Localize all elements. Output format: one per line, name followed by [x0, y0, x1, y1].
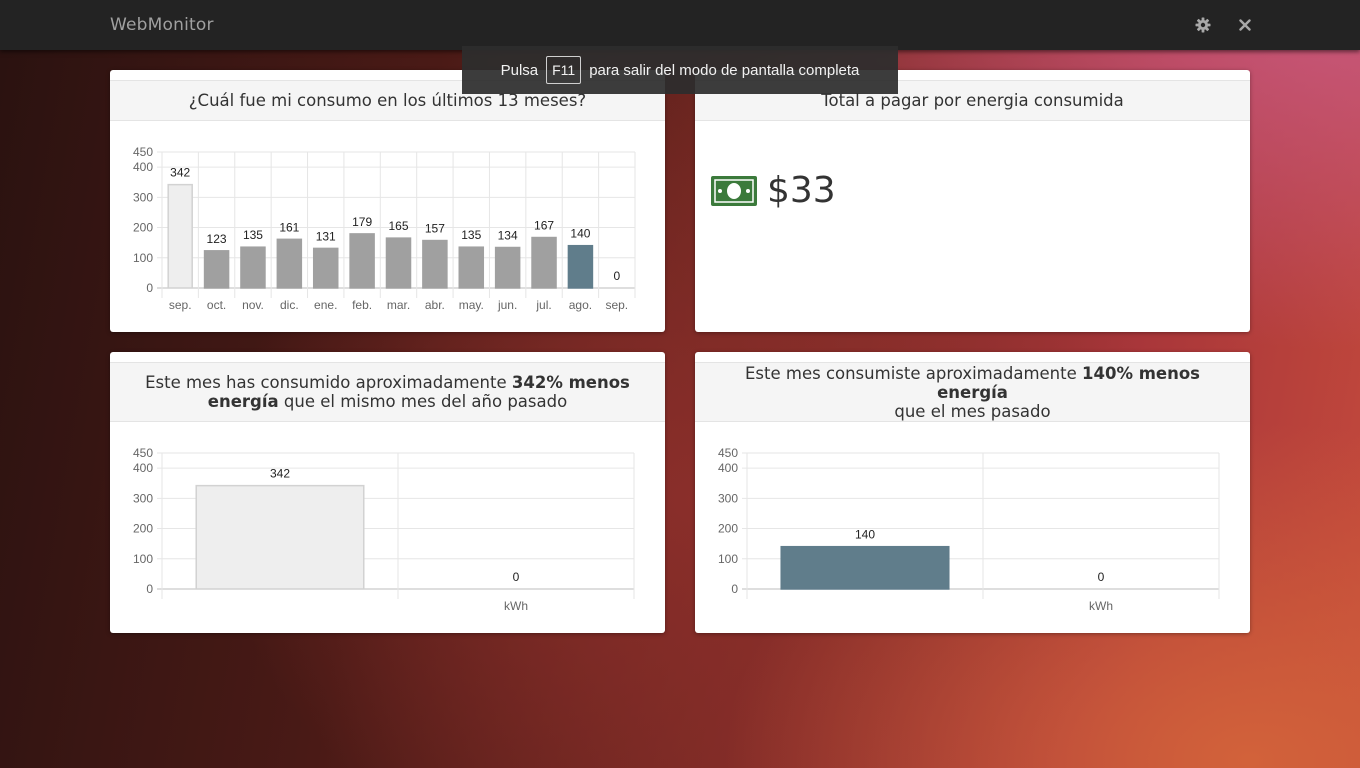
bar-value-label: 140 — [570, 227, 590, 241]
x-axis-label: kWh — [1089, 599, 1113, 613]
bar-value-label: 0 — [1098, 570, 1105, 584]
x-tick-label: ago. — [569, 298, 592, 312]
x-tick-label: may. — [459, 298, 484, 312]
chart-bar — [167, 183, 193, 289]
chart-bar — [385, 237, 412, 289]
y-tick-label: 100 — [133, 251, 153, 265]
toast-suffix: para salir del modo de pantalla completa — [589, 61, 860, 79]
y-tick-label: 200 — [133, 221, 153, 235]
fullscreen-notification: Pulsa F11 para salir del modo de pantall… — [462, 46, 898, 94]
y-tick-label: 200 — [718, 522, 738, 536]
x-tick-label: ene. — [314, 298, 337, 312]
chart-bar — [312, 247, 339, 289]
chart-bar — [494, 246, 521, 289]
y-tick-label: 400 — [718, 461, 738, 475]
payment-amount-row: $33 — [711, 170, 836, 211]
y-tick-label: 400 — [133, 461, 153, 475]
chart-bar — [780, 545, 950, 590]
chart-bar — [567, 244, 594, 289]
bar-value-label: 131 — [316, 229, 336, 243]
close-icon — [1239, 19, 1251, 31]
payment-card: Total a pagar por energia consumida $33 — [695, 70, 1250, 332]
monthly-consumption-chart: 0 100 200 300 400450 342 sep. 123 oct. 135 nov. 161… — [133, 145, 636, 312]
x-axis-label: kWh — [504, 599, 528, 613]
year-comparison-card: Este mes has consumido aproximadamente 3… — [110, 352, 665, 633]
bar-value-label: 134 — [498, 229, 518, 243]
bar-value-label: 123 — [207, 232, 227, 246]
y-tick-label: 450 — [133, 145, 153, 159]
y-tick-label: 450 — [718, 446, 738, 460]
toast-prefix: Pulsa — [500, 61, 539, 79]
bar-value-label: 161 — [279, 220, 299, 234]
chart-bar — [203, 250, 230, 289]
y-tick-label: 400 — [133, 160, 153, 174]
bar-value-label: 135 — [461, 228, 481, 242]
bar-value-label: 157 — [425, 222, 445, 236]
x-tick-label: dic. — [280, 298, 299, 312]
app-title[interactable]: WebMonitor — [110, 15, 214, 35]
month-comparison-chart: 0 100 200 300 400450 140 0 kWh — [718, 446, 1220, 613]
year-comparison-chart: 0 100 200 300 400450 342 0 kWh — [133, 446, 635, 613]
payment-amount: $33 — [767, 170, 836, 211]
bar-value-label: 165 — [388, 219, 408, 233]
chart-bar — [240, 246, 266, 289]
x-tick-label: abr. — [425, 298, 445, 312]
bar-value-label: 167 — [534, 219, 554, 233]
close-button[interactable] — [1234, 14, 1256, 36]
money-bill-icon — [711, 175, 757, 206]
y-tick-label: 0 — [731, 582, 738, 596]
top-bar: WebMonitor — [0, 0, 1360, 50]
x-tick-label: jul. — [535, 298, 551, 312]
month-comparison-card: Este mes consumiste aproximadamente 140%… — [695, 352, 1250, 633]
bar-value-label: 342 — [170, 166, 190, 180]
x-tick-label: feb. — [352, 298, 372, 312]
y-tick-label: 300 — [718, 491, 738, 505]
y-tick-label: 100 — [718, 552, 738, 566]
chart-bar — [531, 236, 557, 289]
x-tick-label: oct. — [207, 298, 226, 312]
chart-bar — [195, 484, 365, 590]
chart-bar — [349, 233, 375, 289]
bar-value-label: 342 — [270, 467, 290, 481]
y-tick-label: 100 — [133, 552, 153, 566]
y-tick-label: 450 — [133, 446, 153, 460]
bar-value-label: 135 — [243, 228, 263, 242]
settings-button[interactable] — [1192, 14, 1214, 36]
y-tick-label: 0 — [146, 281, 153, 295]
y-tick-label: 0 — [146, 582, 153, 596]
x-tick-label: jun. — [497, 298, 517, 312]
y-tick-label: 200 — [133, 522, 153, 536]
gear-icon — [1195, 17, 1211, 33]
chart-bar — [422, 239, 448, 289]
bar-value-label: 0 — [613, 269, 620, 283]
bar-value-label: 0 — [513, 570, 520, 584]
x-tick-label: sep. — [169, 298, 192, 312]
bar-value-label: 140 — [855, 528, 875, 542]
chart-bar — [276, 238, 303, 289]
x-tick-label: mar. — [387, 298, 410, 312]
monthly-consumption-card: ¿Cuál fue mi consumo en los últimos 13 m… — [110, 70, 665, 332]
bar-value-label: 179 — [352, 215, 372, 229]
x-tick-label: sep. — [605, 298, 628, 312]
y-tick-label: 300 — [133, 190, 153, 204]
chart-bar — [458, 246, 485, 289]
y-tick-label: 300 — [133, 491, 153, 505]
f11-key: F11 — [546, 56, 582, 84]
x-tick-label: nov. — [242, 298, 264, 312]
